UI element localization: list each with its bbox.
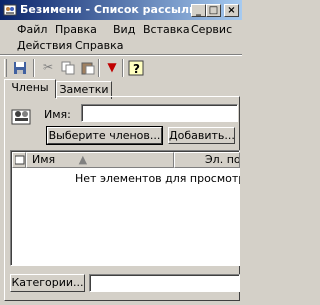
toolbar-divider-light — [0, 55, 242, 56]
categories-button[interactable]: Категории... — [10, 274, 85, 292]
column-email-label: Эл. почта — [205, 153, 240, 166]
tab-members[interactable]: Члены — [4, 79, 56, 98]
column-icon-header[interactable] — [12, 152, 26, 168]
paste-icon[interactable] — [78, 58, 98, 77]
column-email-header[interactable]: Эл. почта — [174, 152, 240, 168]
distribution-list-icon — [3, 4, 17, 16]
cut-icon[interactable]: ✂ — [38, 58, 58, 77]
name-label: Имя: — [44, 108, 71, 121]
menu-insert[interactable]: Вставка — [143, 23, 190, 36]
menu-bar: Файл Правка Вид Вставка Сервис Действия … — [0, 20, 242, 56]
menu-edit[interactable]: Правка — [55, 23, 97, 36]
name-input[interactable] — [81, 104, 238, 122]
help-icon[interactable]: ? — [126, 58, 146, 77]
members-icon — [11, 109, 31, 125]
menu-actions[interactable]: Действия — [17, 39, 72, 52]
tab-notes-label: Заметки — [59, 83, 109, 96]
menu-view[interactable]: Вид — [113, 23, 135, 36]
toolbar-grip — [4, 59, 7, 77]
column-name-header[interactable]: Имя ▲ — [26, 152, 174, 168]
menu-file[interactable]: Файл — [17, 23, 47, 36]
select-members-button[interactable]: Выберите членов... — [46, 126, 163, 145]
column-name-label: Имя — [32, 153, 56, 166]
svg-text:?: ? — [133, 62, 140, 76]
flag-icon[interactable]: ▼ — [102, 58, 122, 77]
toolbar: ✂ ▼ ? — [0, 57, 242, 79]
copy-icon[interactable] — [58, 58, 78, 77]
save-icon[interactable] — [10, 58, 30, 77]
window-title: Безимени - Список рассылки — [20, 3, 205, 16]
toolbar-separator — [98, 59, 100, 77]
title-bar: Безимени - Список рассылки _ □ × — [0, 0, 242, 20]
maximize-button[interactable]: □ — [206, 4, 221, 17]
toolbar-separator — [122, 59, 124, 77]
minimize-button[interactable]: _ — [191, 4, 206, 17]
add-button[interactable]: Добавить... — [168, 127, 235, 144]
card-icon — [14, 155, 25, 165]
tab-members-label: Члены — [11, 81, 49, 94]
menu-help[interactable]: Справка — [75, 39, 123, 52]
members-list[interactable]: Имя ▲ Эл. почта Нет элементов для просмо… — [10, 150, 240, 266]
categories-input[interactable] — [89, 274, 240, 292]
empty-list-message: Нет элементов для просмотра в данном — [75, 172, 240, 185]
sort-ascending-icon: ▲ — [78, 153, 88, 166]
menu-tools[interactable]: Сервис — [191, 23, 232, 36]
close-button[interactable]: × — [224, 4, 239, 17]
toolbar-separator — [33, 59, 35, 77]
